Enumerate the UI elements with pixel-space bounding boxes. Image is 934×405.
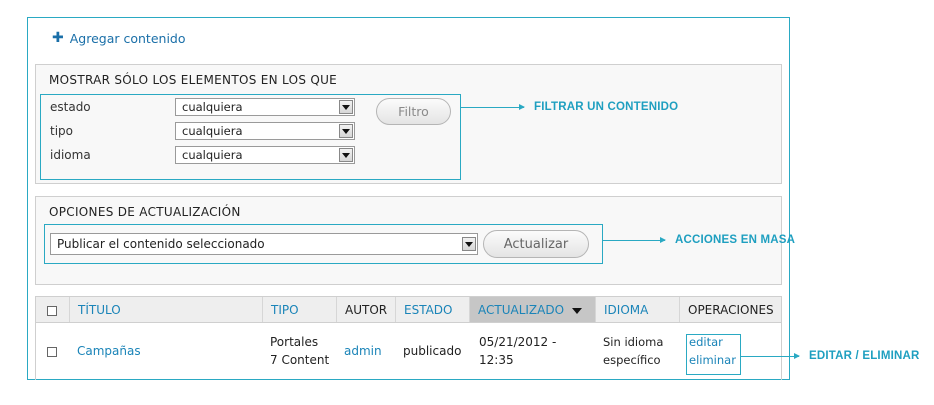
column-header-updated-label: ACTUALIZADO [478,303,565,317]
plus-icon: ✚ [52,30,64,46]
column-header-type[interactable]: TIPO [262,297,336,322]
table-header: TÍTULO TIPO AUTOR ESTADO ACTUALIZADO IDI… [36,296,781,323]
content-table: TÍTULO TIPO AUTOR ESTADO ACTUALIZADO IDI… [35,296,782,380]
row-language-line2: específico [603,353,661,367]
filter-callout: FILTRAR UN CONTENIDO [461,101,678,113]
bulk-actions-callout-text: ACCIONES EN MASA [675,234,796,246]
dropdown-arrow-icon[interactable] [462,237,476,251]
dropdown-arrow-icon[interactable] [339,124,353,138]
row-author-link[interactable]: admin [344,342,382,360]
bulk-actions-callout: ACCIONES EN MASA [603,234,795,246]
edit-delete-callout-text: EDITAR / ELIMINAR [809,350,920,362]
type-select-value: cualquiera [182,124,243,138]
column-header-operations: OPERACIONES [679,297,781,322]
sort-descending-icon [572,308,582,314]
filter-legend: MOSTRAR SÓLO LOS ELEMENTOS EN LOS QUE [49,73,338,87]
edit-delete-callout: EDITAR / ELIMINAR [741,350,920,362]
dropdown-arrow-icon[interactable] [339,100,353,114]
row-status: publicado [403,344,462,358]
row-updated: 05/21/2012 - 12:35 [479,333,556,369]
filter-button[interactable]: Filtro [376,98,451,125]
row-title-link[interactable]: Campañas [77,342,141,360]
add-content-label: Agregar contenido [69,30,186,46]
type-select[interactable]: cualquiera [175,122,355,140]
row-language: Sin idioma específico [603,333,663,369]
column-header-author: AUTOR [336,297,395,322]
callout-arrow-icon [741,352,800,359]
add-content-link[interactable]: ✚ Agregar contenido [52,29,186,47]
language-select-value: cualquiera [182,148,243,162]
column-header-language[interactable]: IDIOMA [595,297,679,322]
update-legend: OPCIONES DE ACTUALIZACIÓN [49,205,241,219]
filter-callout-text: FILTRAR UN CONTENIDO [534,101,679,113]
column-header-title[interactable]: TÍTULO [69,297,262,322]
column-header-status[interactable]: ESTADO [395,297,469,322]
row-language-line1: Sin idioma [603,335,664,349]
language-select[interactable]: cualquiera [175,146,355,164]
filter-label-language: idioma [50,148,91,162]
callout-arrow-icon [603,236,666,243]
operations-highlight-box [686,334,741,375]
bulk-action-select[interactable]: Publicar el contenido seleccionado [50,233,478,255]
filter-label-type: tipo [50,124,73,138]
row-type: Portales 7 Content [270,333,329,369]
select-all-checkbox[interactable] [47,306,57,316]
status-select-value: cualquiera [182,100,243,114]
row-type-line1: Portales [270,335,319,349]
callout-arrow-icon [461,103,525,110]
row-updated-time: 12:35 [479,353,514,367]
row-type-line2: 7 Content [270,353,330,367]
bulk-action-value: Publicar el contenido seleccionado [57,237,265,251]
filter-label-status: estado [50,100,91,114]
status-select[interactable]: cualquiera [175,98,355,116]
row-checkbox[interactable] [47,347,57,357]
dropdown-arrow-icon[interactable] [339,148,353,162]
update-button[interactable]: Actualizar [483,230,589,258]
column-header-updated[interactable]: ACTUALIZADO [469,297,595,322]
row-updated-date: 05/21/2012 - [479,335,557,349]
